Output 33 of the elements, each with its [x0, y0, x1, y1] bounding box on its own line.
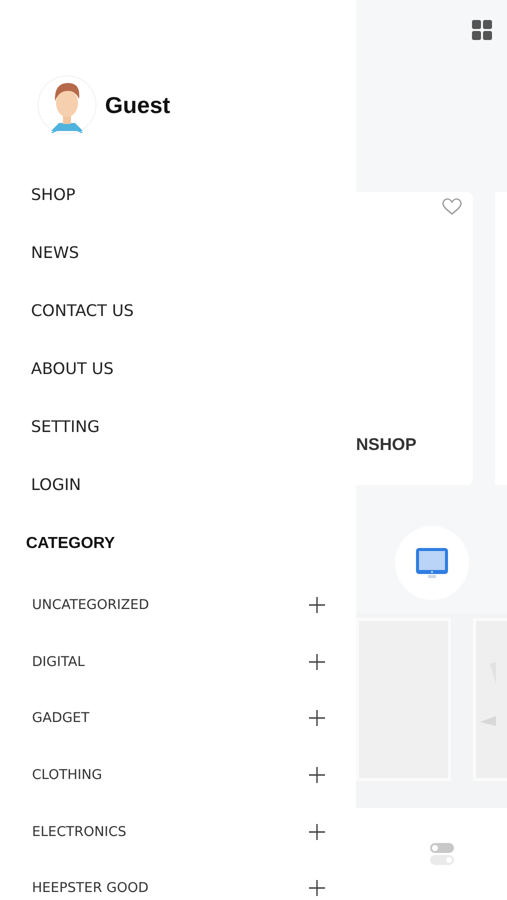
- product-card[interactable]: NSHOP: [356, 192, 473, 485]
- category-item[interactable]: HEEPSTER GOOD: [32, 880, 148, 896]
- menu-item[interactable]: CONTACT US: [31, 281, 134, 339]
- menu-item[interactable]: SETTING: [31, 397, 100, 455]
- avatar: [37, 75, 97, 135]
- expand-button[interactable]: [308, 822, 326, 841]
- category-item[interactable]: UNCATEGORIZED: [32, 597, 149, 614]
- expand-button[interactable]: [308, 652, 326, 671]
- expand-button[interactable]: [308, 709, 326, 728]
- plus-icon: [308, 709, 326, 728]
- plus-icon: [308, 822, 326, 841]
- expand-button[interactable]: [308, 596, 326, 614]
- heart-icon[interactable]: [442, 198, 462, 216]
- plus-icon: [308, 766, 326, 784]
- menu-item[interactable]: LOGIN: [31, 455, 82, 513]
- monitor-icon: [415, 547, 449, 579]
- menu-item[interactable]: SHOP: [31, 165, 76, 223]
- plus-icon: [308, 652, 326, 671]
- plus-icon: [308, 879, 326, 898]
- product-title: NSHOP: [356, 435, 416, 455]
- grid-icon[interactable]: [471, 19, 493, 41]
- menu-item[interactable]: NEWS: [31, 223, 80, 281]
- category-item[interactable]: DIGITAL: [32, 654, 85, 670]
- category-heading: CATEGORY: [26, 535, 115, 553]
- toggle-icon[interactable]: [428, 841, 454, 867]
- expand-button[interactable]: [308, 766, 326, 784]
- menu-item[interactable]: ABOUT US: [31, 339, 114, 397]
- user-name: Guest: [105, 92, 170, 118]
- category-item[interactable]: ELECTRONICS: [32, 824, 126, 840]
- category-item[interactable]: GADGET: [32, 710, 90, 726]
- expand-button[interactable]: [308, 879, 326, 898]
- category-item[interactable]: CLOTHING: [32, 767, 102, 784]
- plus-icon: [308, 596, 326, 614]
